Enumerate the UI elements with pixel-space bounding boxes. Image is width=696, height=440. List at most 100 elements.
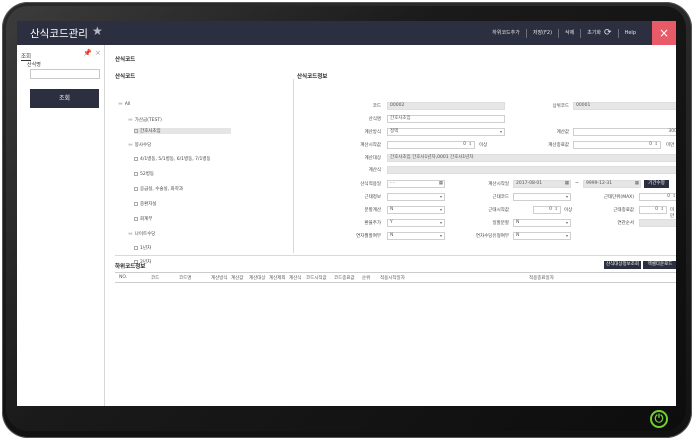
spinner-icon[interactable]: ⇕ (469, 141, 472, 147)
grid-col-header[interactable]: 계산값 (231, 275, 243, 281)
grid-col-header[interactable]: 코드종료값 (334, 275, 355, 281)
calc-method-select[interactable]: 정액 ▾ (387, 128, 505, 136)
app-title: 산식코드관리 (30, 28, 88, 40)
spinner-icon[interactable]: ⇕ (673, 193, 676, 199)
reset-button[interactable]: 초기화 ⟳ (581, 28, 619, 38)
delete-button[interactable]: 삭제 (559, 28, 582, 38)
file-icon (134, 172, 138, 176)
sub-grid-title: 하위코드정보 (115, 264, 146, 270)
diligence-unit-value: 0 (667, 194, 670, 199)
yearly-round-value: N (516, 233, 520, 238)
calc-method-value: 정액 (390, 129, 399, 134)
date-range-separator: ~ (575, 181, 579, 186)
tree-node[interactable]: ▬ 봉사수당 (128, 142, 151, 148)
diligence-code-select[interactable]: ▾ (513, 193, 571, 201)
grid-col-header[interactable]: 계산제외 (269, 275, 286, 281)
diligence-start-stepper[interactable]: 0 ⇕ (533, 206, 561, 214)
tree-node[interactable]: 중환자실 (134, 201, 157, 207)
target-lookup-button[interactable]: 산식대상정보조회 (604, 261, 641, 269)
tree-node[interactable]: ▬ 나이트수당 (128, 231, 155, 237)
power-icon[interactable]: ⏻ (650, 410, 668, 428)
formula-name-field[interactable]: 간호사초임 (387, 115, 505, 123)
folder-icon: ▬ (128, 142, 133, 148)
prorate-label: 분할계산 (364, 208, 381, 213)
file-icon (134, 217, 138, 221)
calc-end-date-value: 9999-12-31 (586, 181, 613, 186)
grid-col-header[interactable]: 적용시작일자 (380, 275, 405, 281)
grid-col-header[interactable]: 코드 (151, 275, 159, 281)
favorite-star-icon[interactable]: ★ (92, 24, 103, 38)
apply-date-field[interactable]: - - ▦ (387, 180, 445, 188)
tree-form-divider (293, 79, 294, 253)
diligence-end-stepper[interactable]: 0 ⇕ (639, 206, 667, 214)
close-panel-icon[interactable]: × (95, 49, 101, 57)
tree-node-label: 52병동 (140, 172, 155, 177)
tree-node[interactable]: 회계부 (134, 216, 152, 222)
grid-col-header[interactable]: 계산대상 (249, 275, 266, 281)
chevron-down-icon: ▾ (439, 207, 442, 212)
diligence-unit-stepper[interactable]: 0 ⇕ (639, 193, 676, 201)
spinner-icon[interactable]: ⇕ (661, 206, 664, 212)
pin-icon[interactable]: 📌 (83, 49, 92, 57)
calc-end-value: 0 (649, 142, 652, 147)
calc-start-stepper[interactable]: 0 ⇕ (387, 141, 475, 149)
formula-name-input[interactable] (30, 69, 100, 79)
calc-end-label: 계산종료값 (548, 143, 569, 148)
period-edit-button[interactable]: 기간수정 (644, 180, 669, 188)
tree-node[interactable]: ▬ 가산금(TEST) (128, 117, 162, 123)
parent-code-field: 00001 (573, 102, 676, 110)
search-button[interactable]: 조회 (30, 89, 99, 108)
yearly-round-select[interactable]: N ▾ (513, 232, 571, 240)
search-panel: 조회 📌 × 산식명 조회 (17, 45, 105, 406)
tree-title: 산식코드 (115, 74, 136, 80)
daily-select[interactable]: N ▾ (513, 219, 571, 227)
tree-node[interactable]: 응급실, 수술실, 화학과 (134, 186, 183, 192)
reset-label: 초기화 (587, 29, 602, 36)
spinner-icon[interactable]: ⇕ (655, 141, 658, 147)
yearly-label: 연차월할여부 (356, 234, 381, 239)
tree-node[interactable]: 4/1병동, 5/1병동, 6/1병동, 7/1병동 (134, 156, 211, 162)
yearly-select[interactable]: N ▾ (387, 232, 445, 240)
calendar-icon[interactable]: ▦ (565, 181, 569, 187)
form-title: 산식코드정보 (297, 74, 328, 80)
tree-node[interactable]: 1년차 (134, 245, 151, 251)
grid-col-header[interactable]: 계산방식 (211, 275, 228, 281)
folder-icon: ▬ (128, 117, 133, 123)
tree-node[interactable]: 52병동 (134, 171, 154, 177)
grid-col-header[interactable]: 순위 (362, 275, 370, 281)
app-screen: 산식코드관리 ★ 하위코드추가 저장(F2) 삭제 초기화 ⟳ Help × 조회… (17, 21, 676, 406)
calc-value-field[interactable]: 300,000 (573, 128, 676, 136)
search-panel-title: 조회 (21, 54, 32, 61)
calc-target-label: 계산대상 (364, 156, 381, 161)
grid-header-bottom-line (115, 282, 676, 283)
file-icon (134, 202, 138, 206)
tree-node[interactable]: ▬ All (118, 101, 130, 107)
calc-start-date-field[interactable]: 2017-08-01 ▦ (513, 180, 571, 188)
spinner-icon[interactable]: ⇕ (555, 206, 558, 212)
grid-col-header[interactable]: 코드시작값 (306, 275, 327, 281)
overtime-value: Y (390, 220, 393, 225)
calc-expr-field (387, 166, 676, 174)
grid-col-header[interactable]: 적용종료일자 (529, 275, 554, 281)
grid-col-header[interactable]: NO. (119, 275, 127, 280)
calc-end-date-field[interactable]: 9999-12-31 ▦ (583, 180, 641, 188)
excel-download-button[interactable]: 엑셀다운로드 (643, 261, 676, 269)
add-subcode-button[interactable]: 하위코드추가 (486, 28, 527, 38)
tree-node-label: 4/1병동, 5/1병동, 6/1병동, 7/1병동 (140, 157, 211, 162)
file-icon (134, 129, 138, 133)
calendar-icon[interactable]: ▦ (635, 181, 639, 187)
grid-col-header[interactable]: 코드명 (179, 275, 191, 281)
diligence-start-label: 근태시작값 (488, 208, 509, 213)
close-button[interactable]: × (652, 21, 676, 45)
overtime-select[interactable]: Y ▾ (387, 219, 445, 227)
prorate-select[interactable]: N ▾ (387, 206, 445, 214)
grid-col-header[interactable]: 계산식 (289, 275, 301, 281)
calc-target-field: 간호사초임 간호사1년차,0001 간호사1년차 (387, 154, 676, 162)
calc-end-stepper[interactable]: 0 ⇕ (573, 141, 661, 149)
tree-node-selected[interactable]: 간호사초임 (134, 128, 231, 134)
help-button[interactable]: Help (619, 29, 642, 38)
calc-start-suffix: 이상 (479, 143, 488, 148)
calendar-icon[interactable]: ▦ (439, 181, 443, 187)
diligence-select[interactable]: ▾ (387, 193, 445, 201)
save-button[interactable]: 저장(F2) (527, 28, 560, 38)
